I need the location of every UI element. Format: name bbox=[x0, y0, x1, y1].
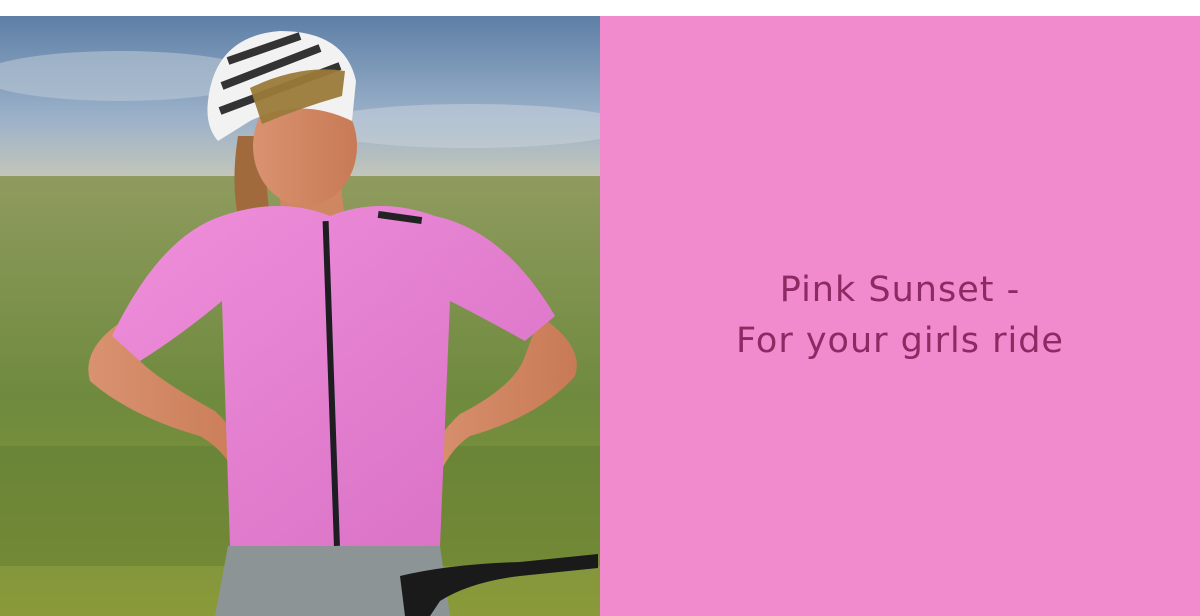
headline-line-1: Pink Sunset - bbox=[779, 270, 1021, 310]
promo-banner: Pink Sunset - For your girls ride bbox=[0, 0, 1200, 616]
cyclist-photo bbox=[0, 16, 600, 616]
top-spacer bbox=[0, 0, 1200, 16]
promo-text-panel: Pink Sunset - For your girls ride bbox=[600, 16, 1200, 616]
promo-headline: Pink Sunset - For your girls ride bbox=[736, 265, 1064, 367]
headline-line-2: For your girls ride bbox=[736, 321, 1064, 361]
